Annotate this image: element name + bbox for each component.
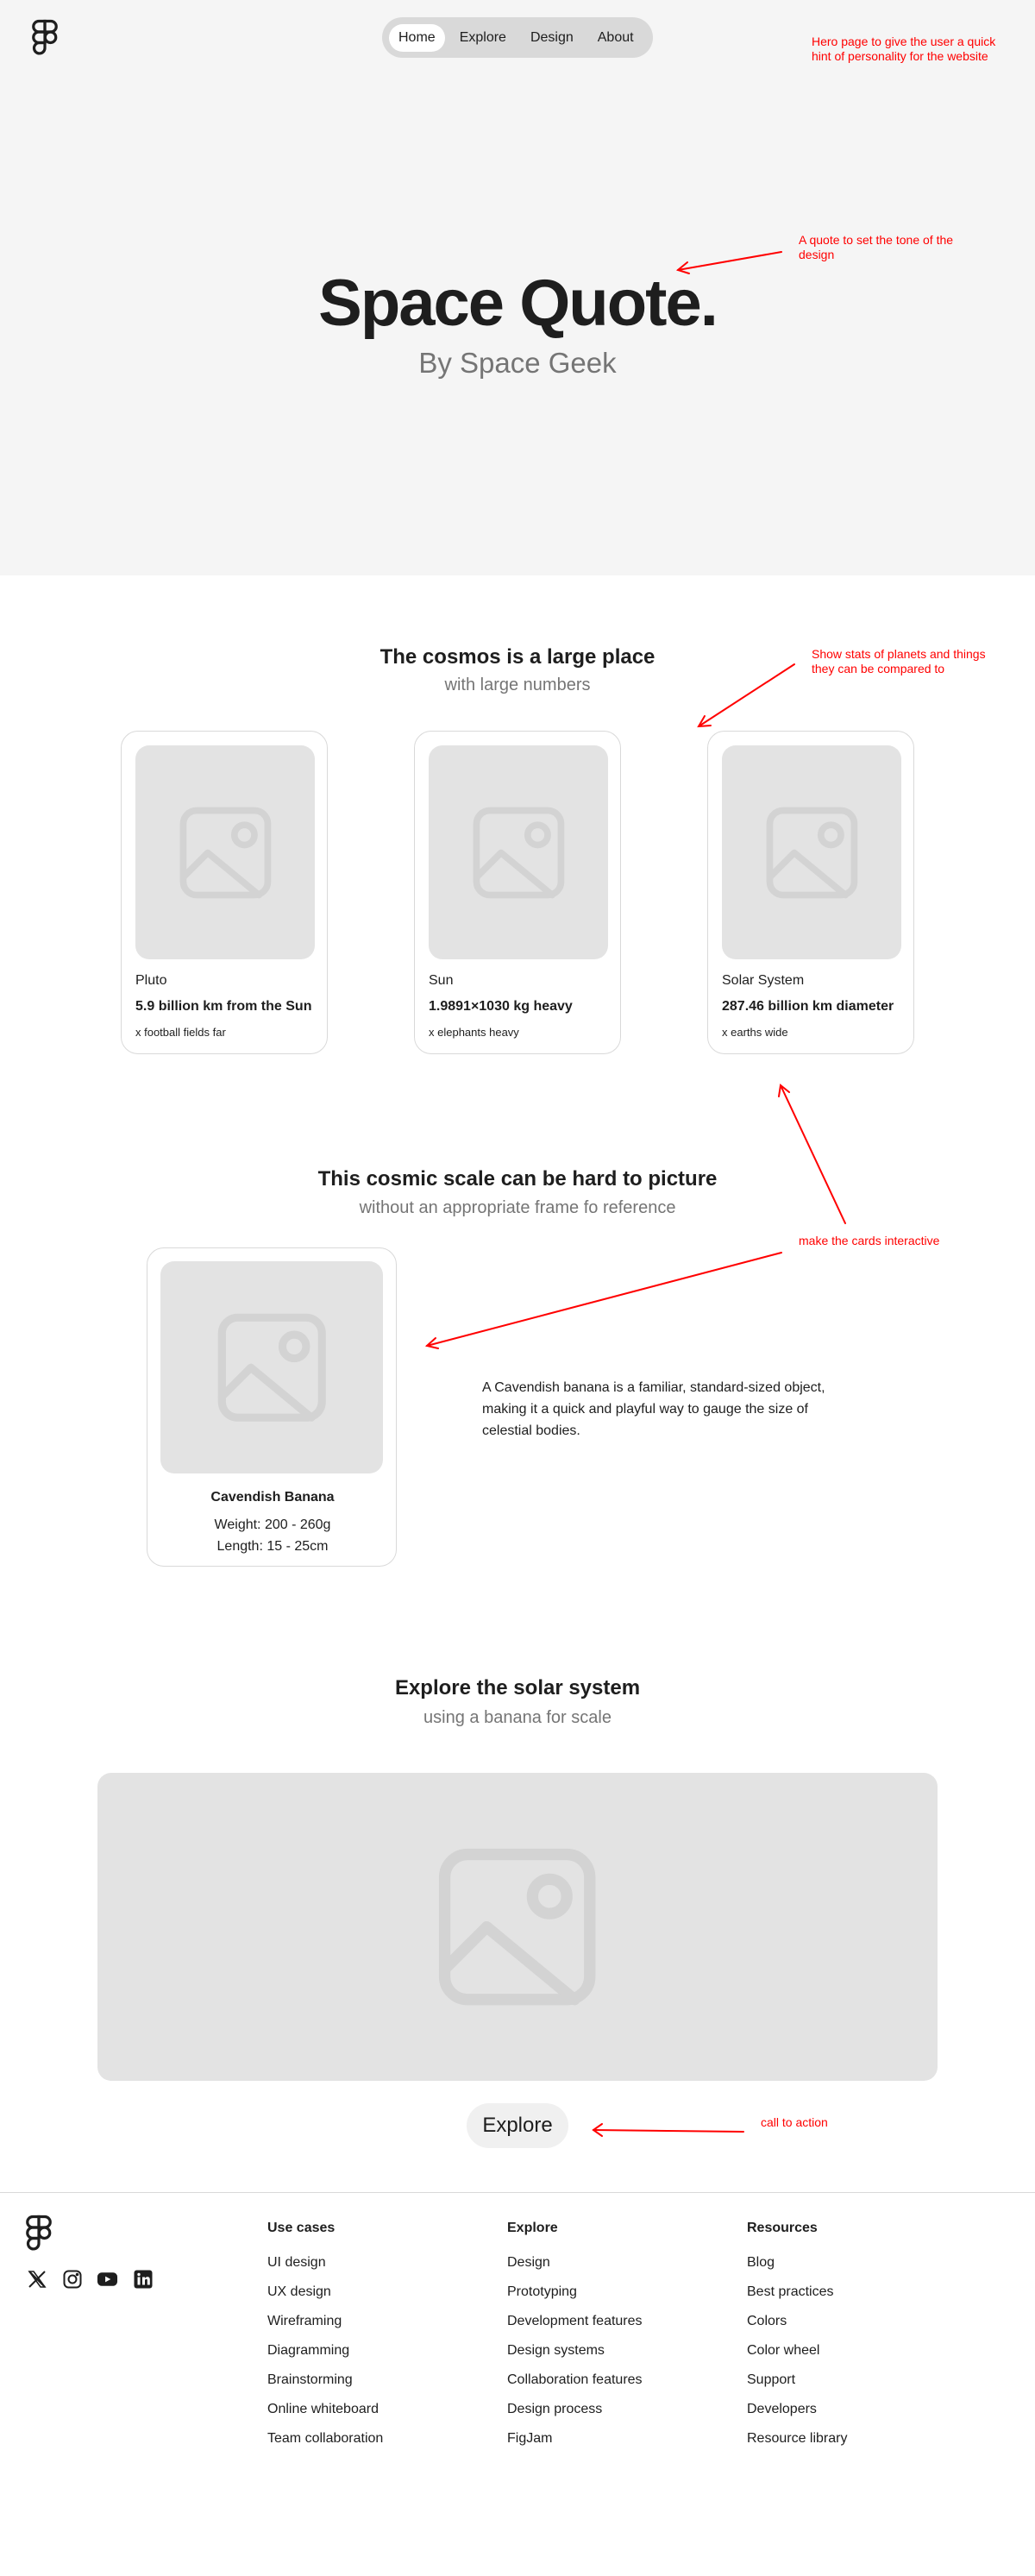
footer-divider — [0, 2192, 1035, 2193]
footer-link[interactable]: Design — [507, 2255, 723, 2284]
footer-link[interactable]: Development features — [507, 2314, 723, 2343]
footer-link[interactable]: Color wheel — [747, 2343, 963, 2372]
footer-link[interactable]: Best practices — [747, 2284, 963, 2314]
footer-link[interactable]: Prototyping — [507, 2284, 723, 2314]
footer-column-explore: Explore Design Prototyping Development f… — [507, 2221, 723, 2460]
footer-column-use-cases: Use cases UI design UX design Wireframin… — [267, 2221, 483, 2460]
footer-link[interactable]: Brainstorming — [267, 2372, 483, 2402]
footer-heading: Explore — [507, 2221, 558, 2235]
footer-link[interactable]: Blog — [747, 2255, 963, 2284]
social-links — [26, 2268, 154, 2290]
footer-link[interactable]: Online whiteboard — [267, 2402, 483, 2431]
footer-link[interactable]: Collaboration features — [507, 2372, 723, 2402]
x-icon[interactable] — [26, 2268, 47, 2290]
footer-link[interactable]: Wireframing — [267, 2314, 483, 2343]
footer-heading: Use cases — [267, 2221, 336, 2235]
footer-link[interactable]: FigJam — [507, 2431, 723, 2460]
footer-link[interactable]: Colors — [747, 2314, 963, 2343]
footer-link[interactable]: Diagramming — [267, 2343, 483, 2372]
footer-link[interactable]: Developers — [747, 2402, 963, 2431]
footer-figma-logo-icon[interactable] — [26, 2215, 52, 2253]
linkedin-icon[interactable] — [132, 2268, 154, 2290]
annotation-arrows — [424, 251, 846, 2137]
footer-heading: Resources — [747, 2221, 818, 2235]
footer-link[interactable]: Support — [747, 2372, 963, 2402]
youtube-icon[interactable] — [97, 2268, 118, 2290]
footer-column-resources: Resources Blog Best practices Colors Col… — [747, 2221, 963, 2460]
footer-link[interactable]: UI design — [267, 2255, 483, 2284]
footer-link[interactable]: Team collaboration — [267, 2431, 483, 2460]
instagram-icon[interactable] — [61, 2268, 83, 2290]
footer-link[interactable]: Design process — [507, 2402, 723, 2431]
footer-link[interactable]: UX design — [267, 2284, 483, 2314]
footer-link[interactable]: Resource library — [747, 2431, 963, 2460]
footer-link[interactable]: Design systems — [507, 2343, 723, 2372]
